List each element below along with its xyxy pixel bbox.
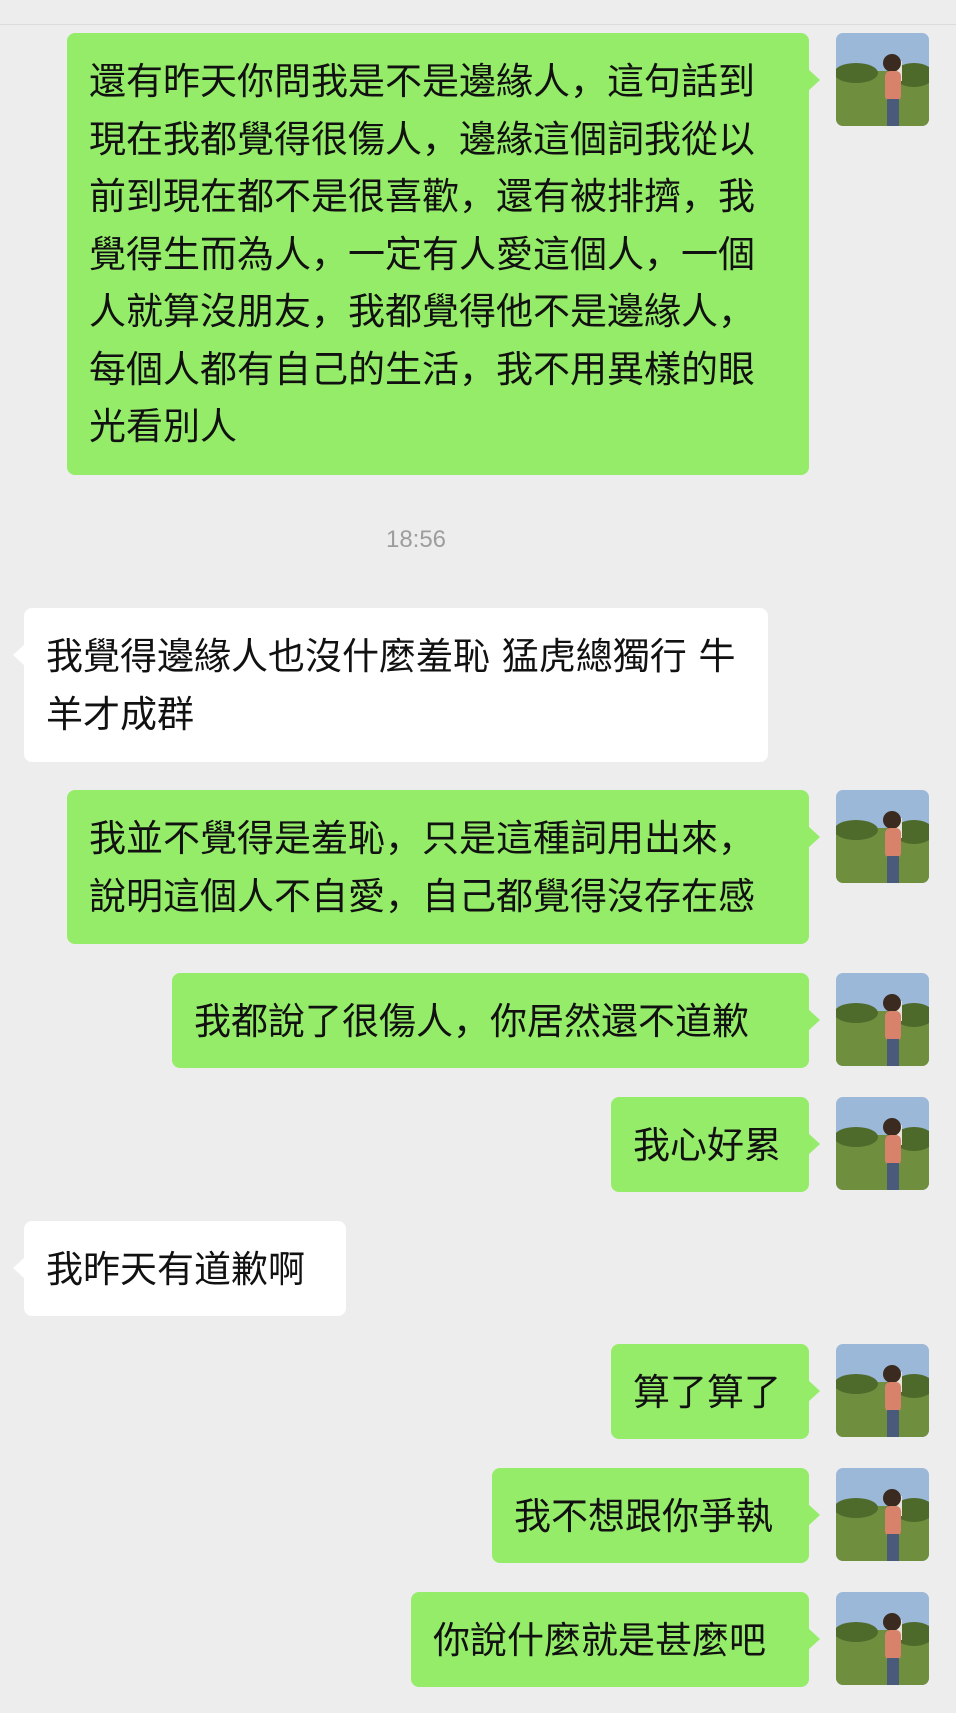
- user-avatar-icon[interactable]: [836, 1097, 929, 1190]
- user-avatar-icon[interactable]: [836, 1592, 929, 1685]
- received-message-bubble[interactable]: 我昨天有道歉啊: [13, 1221, 346, 1316]
- user-avatar-icon[interactable]: [836, 790, 929, 883]
- sent-message-bubble[interactable]: 我不想跟你爭執: [492, 1468, 820, 1563]
- timestamp: 18:56: [385, 526, 447, 553]
- sent-message-bubble[interactable]: 你說什麼就是甚麼吧: [411, 1592, 820, 1687]
- user-avatar-icon[interactable]: [836, 33, 929, 126]
- user-avatar-icon[interactable]: [836, 1344, 929, 1437]
- sent-message-bubble[interactable]: 還有昨天你問我是不是邊緣人，這句話到現在我都覺得很傷人，邊緣這個詞我從以前到現在…: [67, 33, 820, 475]
- user-avatar-icon[interactable]: [836, 973, 929, 1066]
- sent-message-bubble[interactable]: 我心好累: [611, 1097, 820, 1192]
- sent-message-bubble[interactable]: 算了算了: [611, 1344, 820, 1439]
- top-divider: [0, 24, 956, 25]
- user-avatar-icon[interactable]: [836, 1468, 929, 1561]
- received-message-bubble[interactable]: 我覺得邊緣人也沒什麼羞恥 猛虎總獨行 牛羊才成群: [13, 608, 768, 762]
- sent-message-bubble[interactable]: 我並不覺得是羞恥，只是這種詞用出來，說明這個人不自愛，自己都覺得沒存在感: [67, 790, 820, 944]
- sent-message-bubble[interactable]: 我都說了很傷人，你居然還不道歉: [172, 973, 820, 1068]
